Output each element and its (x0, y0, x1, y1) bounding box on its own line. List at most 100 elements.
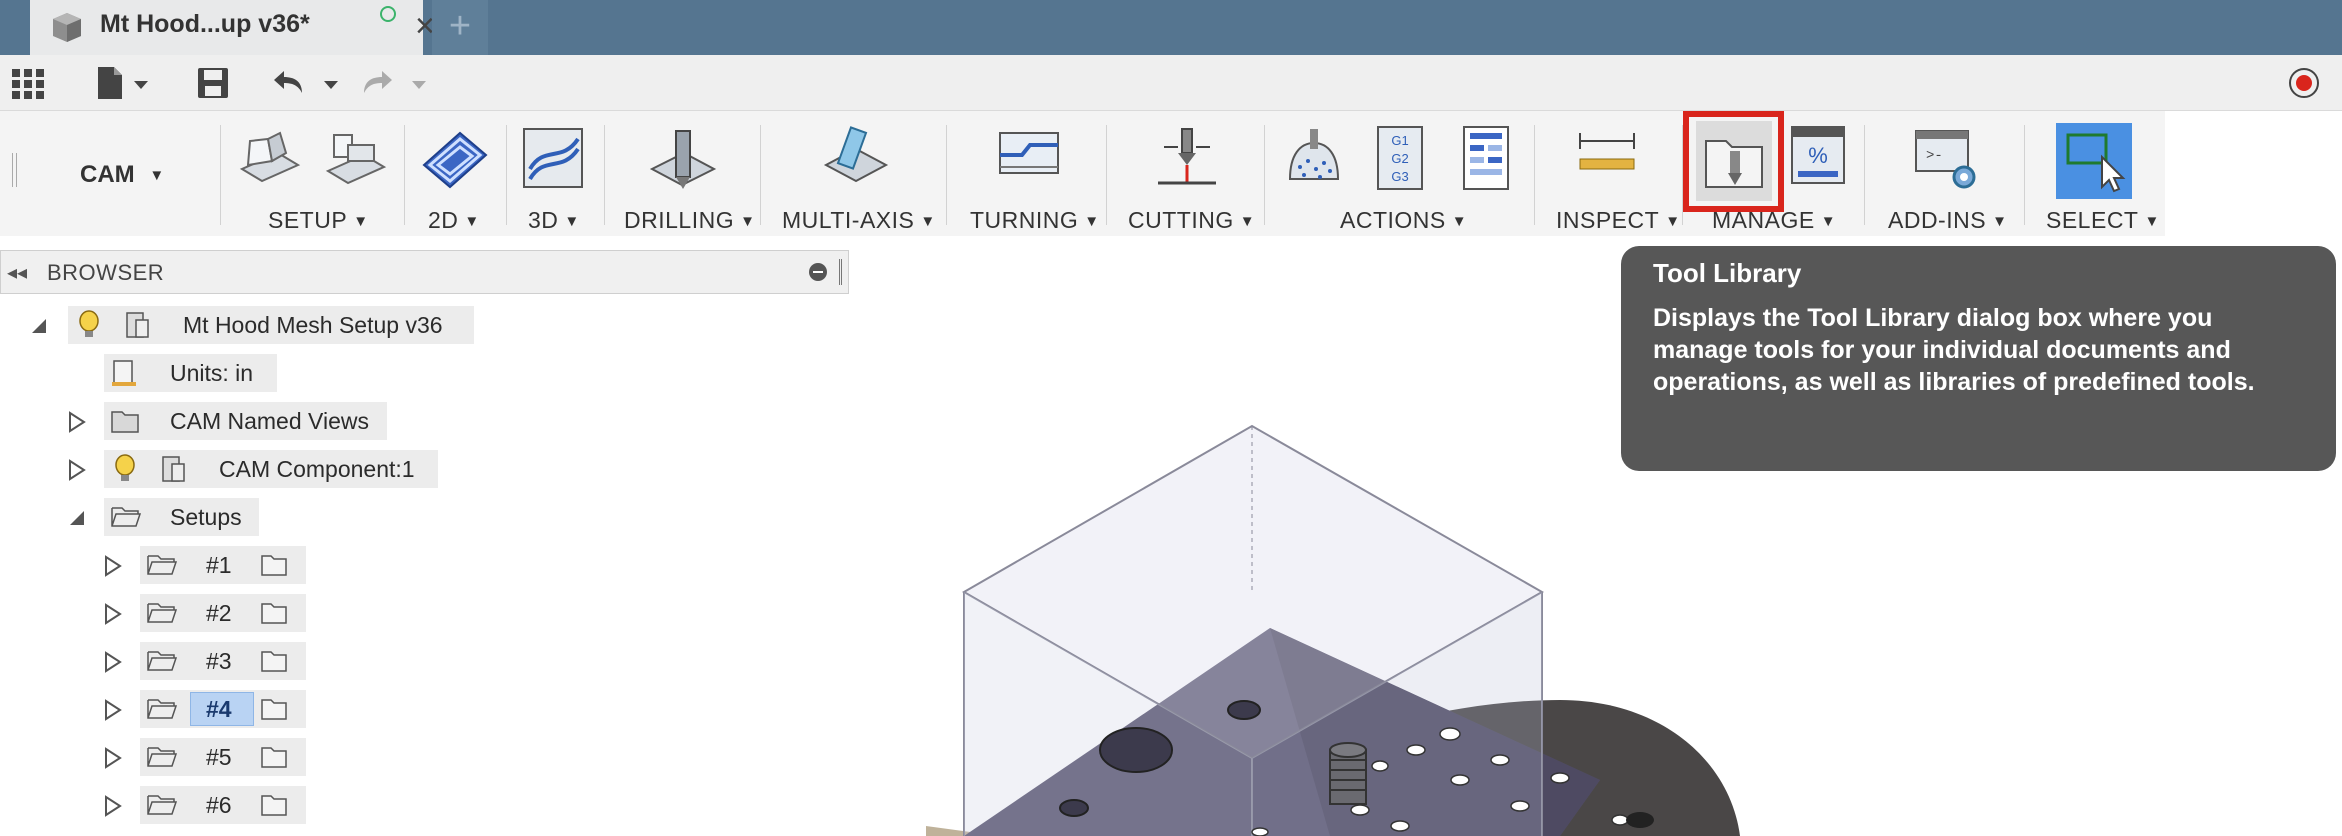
setup-sheet-doc-icon[interactable] (1462, 125, 1510, 191)
setup-item[interactable]: #2 (140, 594, 306, 632)
scripts-addins-icon[interactable]: >- (1914, 125, 1980, 193)
folder-icon (261, 555, 287, 576)
group-select[interactable]: SELECT ▼ (2046, 207, 2160, 234)
tree-node-cam-component[interactable]: CAM Component:1 (104, 450, 438, 488)
divider (404, 125, 405, 225)
chevron-down-icon: ▼ (740, 213, 756, 230)
post-library-icon[interactable]: % (1790, 125, 1846, 185)
units-doc-icon (112, 360, 136, 386)
divider (1264, 125, 1265, 225)
chevron-down-icon: ▼ (464, 213, 480, 230)
setup-item[interactable]: #1 (140, 546, 306, 584)
divider (760, 125, 761, 225)
divider (604, 125, 605, 225)
undo-icon[interactable] (272, 63, 346, 103)
setup-sheet-icon[interactable] (324, 125, 388, 189)
visibility-bulb-icon[interactable] (78, 310, 100, 340)
folder-icon (261, 747, 287, 768)
setup-item[interactable]: #6 (140, 786, 306, 824)
group-inspect[interactable]: INSPECT ▼ (1556, 207, 1681, 234)
panel-resize-grip[interactable] (839, 259, 842, 285)
chevron-down-icon: ▼ (564, 213, 580, 230)
turning-icon[interactable] (996, 125, 1062, 191)
setup-item-label: #5 (206, 744, 232, 770)
2d-adaptive-icon[interactable] (420, 125, 490, 195)
group-cutting[interactable]: CUTTING ▼ (1128, 207, 1255, 234)
collapse-browser-button[interactable]: ◂◂ (7, 260, 27, 285)
group-multi-axis[interactable]: MULTI-AXIS ▼ (782, 207, 936, 234)
tree-node-setups[interactable]: Setups (104, 498, 259, 536)
cam-ribbon-toolbar: CAM ▼ SETUP ▼ 2D ▼ 3D ▼ DRILLING ▼ MULTI… (0, 111, 2165, 236)
chevron-down-icon: ▼ (1451, 213, 1468, 230)
collapsed-arrow-icon[interactable] (102, 795, 124, 817)
app-grid-icon[interactable] (10, 63, 46, 103)
group-add-ins[interactable]: ADD-INS ▼ (1888, 207, 2007, 234)
setup-folder-icon (147, 555, 178, 575)
collapsed-arrow-icon[interactable] (102, 603, 124, 625)
chevron-down-icon: ▼ (1084, 213, 1100, 230)
group-2d[interactable]: 2D ▼ (428, 207, 480, 234)
root-label: Mt Hood Mesh Setup v36 (183, 312, 443, 338)
chevron-down-icon: ▼ (1665, 213, 1681, 230)
new-setup-icon[interactable] (238, 125, 302, 189)
select-button[interactable] (2056, 123, 2132, 199)
chevron-down-icon: ▼ (353, 213, 369, 230)
setup-item-selected[interactable]: #4 (140, 690, 306, 728)
setup-item-label: #3 (206, 648, 232, 674)
setup-item[interactable]: #3 (140, 642, 306, 680)
group-setup[interactable]: SETUP ▼ (268, 207, 369, 234)
setup-item[interactable]: #5 (140, 738, 306, 776)
3d-adaptive-icon[interactable] (520, 125, 586, 191)
tree-node-units[interactable]: Units: in (104, 354, 277, 392)
setup-item-label: #4 (206, 696, 232, 722)
chevron-down-icon: ▼ (2144, 213, 2160, 230)
minimize-browser-button[interactable] (809, 263, 827, 281)
chevron-down-icon: ▼ (1820, 213, 1837, 230)
save-status-icon (380, 6, 396, 22)
expanded-arrow-icon[interactable] (28, 315, 50, 337)
multi-axis-icon[interactable] (820, 125, 890, 195)
tree-root-node[interactable]: Mt Hood Mesh Setup v36 (68, 306, 474, 344)
visibility-bulb-icon[interactable] (114, 454, 136, 484)
cam-component-label: CAM Component:1 (219, 456, 415, 482)
save-icon[interactable] (196, 63, 230, 103)
divider (946, 125, 947, 225)
group-actions[interactable]: ACTIONS ▼ (1340, 207, 1467, 234)
cutting-icon[interactable] (1154, 125, 1220, 197)
chevron-down-icon: ▼ (920, 213, 936, 230)
workspace-switcher[interactable]: CAM ▼ (80, 161, 164, 189)
svg-text:G3: G3 (1391, 169, 1408, 184)
toolbar-grip[interactable] (12, 153, 17, 187)
redo-icon[interactable] (360, 63, 434, 103)
collapsed-arrow-icon[interactable] (102, 555, 124, 577)
collapsed-arrow-icon[interactable] (102, 651, 124, 673)
group-3d[interactable]: 3D ▼ (528, 207, 580, 234)
group-drilling[interactable]: DRILLING ▼ (624, 207, 755, 234)
simulate-icon[interactable] (1282, 125, 1346, 193)
design-cube-icon (53, 13, 81, 42)
svg-text:G2: G2 (1391, 151, 1408, 166)
collapsed-arrow-icon[interactable] (66, 411, 88, 433)
svg-text:%: % (1808, 143, 1828, 168)
browser-title: BROWSER (47, 260, 165, 285)
group-turning[interactable]: TURNING ▼ (970, 207, 1100, 234)
post-process-icon[interactable]: G1 G2 G3 (1376, 125, 1424, 191)
setup-folder-icon (147, 699, 178, 719)
setups-label: Setups (170, 504, 242, 530)
chevron-down-icon: ▼ (1239, 213, 1256, 230)
record-icon[interactable] (2287, 63, 2321, 103)
document-tab[interactable]: Mt Hood...up v36* × (30, 0, 435, 55)
divider (1106, 125, 1107, 225)
quick-access-toolbar (0, 55, 2342, 111)
folder-icon (261, 651, 287, 672)
file-menu-icon[interactable] (94, 63, 156, 103)
drill-icon[interactable] (648, 125, 718, 197)
measure-icon[interactable] (1576, 125, 1638, 185)
collapsed-arrow-icon[interactable] (102, 747, 124, 769)
new-tab-button[interactable]: + (432, 0, 488, 55)
collapsed-arrow-icon[interactable] (102, 699, 124, 721)
collapsed-arrow-icon[interactable] (66, 459, 88, 481)
expanded-arrow-icon[interactable] (66, 507, 88, 529)
tree-node-named-views[interactable]: CAM Named Views (104, 402, 387, 440)
folder-icon (261, 699, 287, 720)
